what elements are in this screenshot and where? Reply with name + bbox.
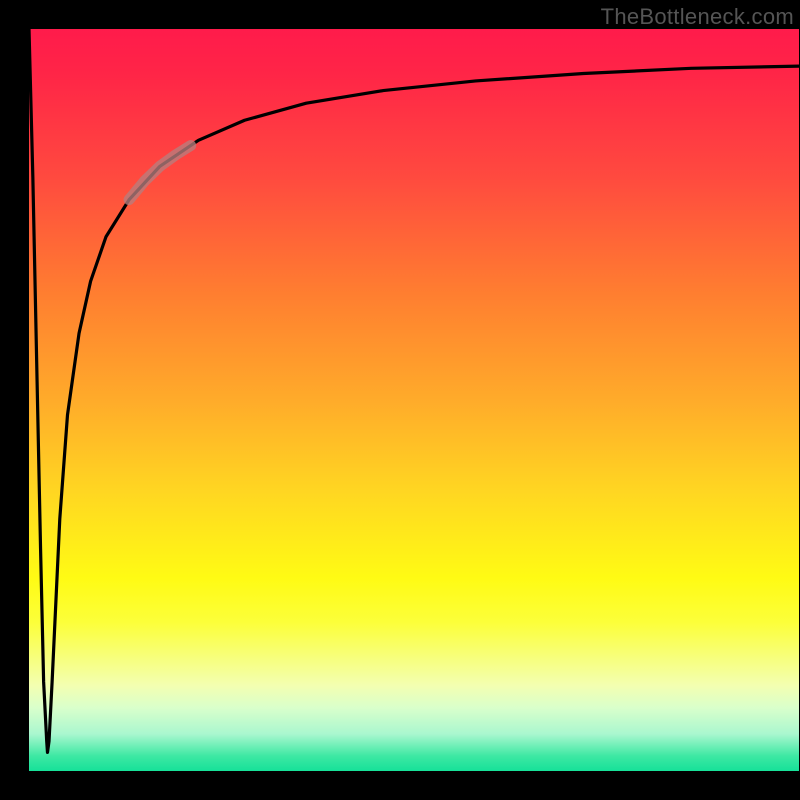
attribution-text: TheBottleneck.com bbox=[601, 4, 794, 30]
bottleneck-curve bbox=[29, 29, 799, 752]
highlight-segment bbox=[129, 145, 191, 199]
chart-svg bbox=[29, 29, 799, 771]
chart-frame: TheBottleneck.com bbox=[0, 0, 800, 800]
